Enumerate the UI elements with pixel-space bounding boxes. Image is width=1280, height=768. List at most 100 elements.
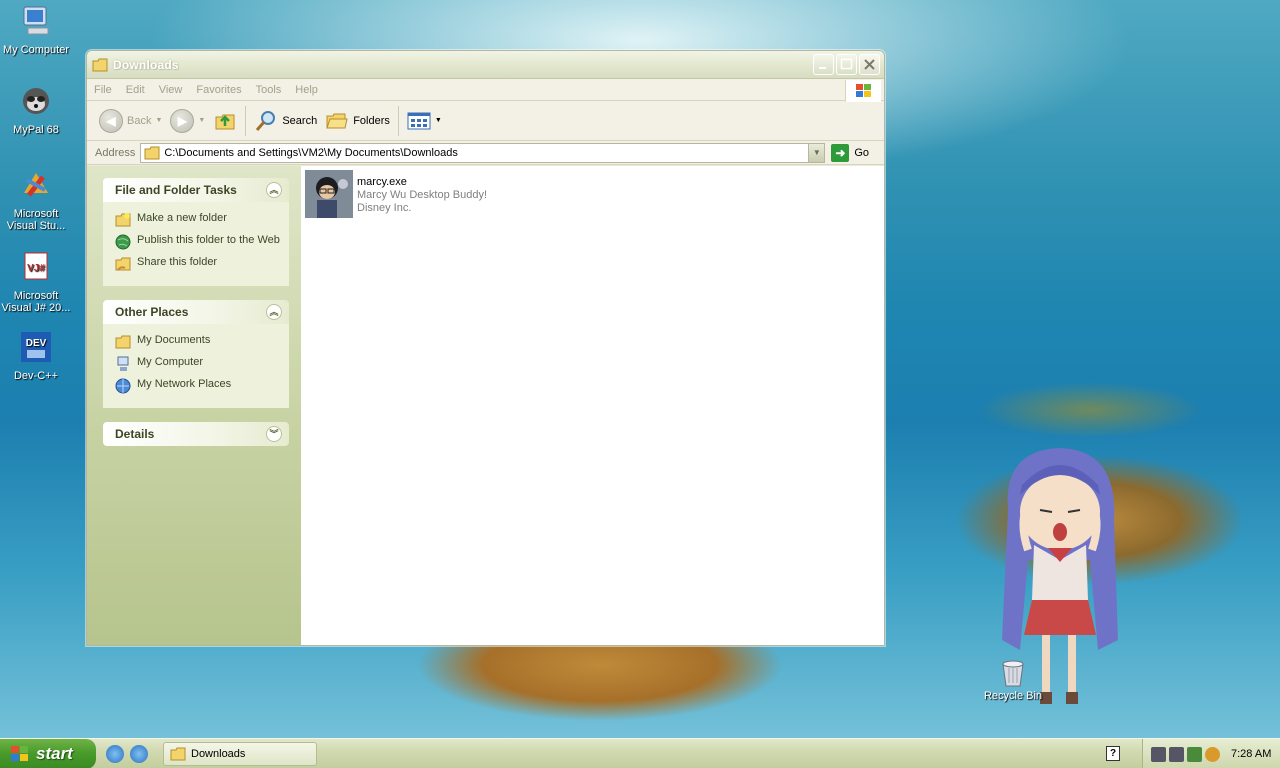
panel-header[interactable]: Details ︾ bbox=[103, 422, 289, 446]
browser-icon[interactable] bbox=[106, 745, 124, 763]
character-thumbnail-icon bbox=[305, 170, 353, 218]
go-button[interactable]: ➜ Go bbox=[831, 143, 870, 162]
security-tray-icon[interactable] bbox=[1187, 746, 1202, 762]
details-panel: Details ︾ bbox=[103, 422, 289, 446]
svg-text:VJ#: VJ# bbox=[27, 263, 45, 274]
place-my-documents[interactable]: My Documents bbox=[115, 334, 283, 350]
search-button[interactable]: Search bbox=[250, 106, 321, 136]
search-tray-icon[interactable] bbox=[1205, 746, 1220, 762]
task-label: Make a new folder bbox=[137, 212, 227, 224]
desktop-icon-recycle-bin[interactable]: Recycle Bin bbox=[978, 658, 1048, 702]
search-label: Search bbox=[282, 114, 318, 127]
new-folder-icon bbox=[115, 213, 131, 227]
network-tray-icon[interactable] bbox=[1151, 746, 1166, 762]
desktop-icon-label: My Computer bbox=[2, 44, 70, 56]
share-folder-icon bbox=[115, 257, 131, 271]
menu-help[interactable]: Help bbox=[288, 84, 325, 96]
views-icon bbox=[407, 112, 431, 129]
help-icon[interactable]: ? bbox=[1106, 746, 1120, 761]
up-folder-icon bbox=[215, 114, 235, 129]
visual-jsharp-icon: VJ# bbox=[24, 252, 48, 280]
chevron-up-icon[interactable]: ︽ bbox=[266, 304, 282, 320]
file-company: Disney Inc. bbox=[357, 202, 412, 214]
views-button[interactable]: ▼ bbox=[403, 106, 446, 136]
place-my-network[interactable]: My Network Places bbox=[115, 378, 283, 394]
task-publish-web[interactable]: Publish this folder to the Web bbox=[115, 234, 283, 250]
maximize-button[interactable] bbox=[836, 54, 857, 75]
desktop-icon-mypal[interactable]: MyPal 68 bbox=[0, 84, 72, 136]
folders-icon bbox=[326, 113, 348, 128]
go-arrow-icon: ➜ bbox=[831, 143, 850, 162]
chevron-up-icon[interactable]: ︽ bbox=[266, 182, 282, 198]
panel-title: Details bbox=[115, 427, 155, 441]
start-button[interactable]: start bbox=[0, 739, 96, 768]
folder-icon bbox=[115, 335, 131, 349]
desktop-icon-visual-studio[interactable]: Microsoft Visual Stu... bbox=[0, 168, 72, 232]
place-label: My Documents bbox=[137, 334, 211, 346]
toolbar-separator bbox=[245, 105, 247, 136]
desktop-icon-label: Dev-C++ bbox=[13, 370, 59, 382]
chevron-down-icon: ▼ bbox=[155, 117, 163, 124]
desktop-icon-label: Recycle Bin bbox=[983, 690, 1043, 702]
file-item[interactable]: marcy.exe Marcy Wu Desktop Buddy! Disney… bbox=[305, 170, 487, 218]
file-folder-tasks-panel: File and Folder Tasks ︽ Make a new folde… bbox=[103, 178, 289, 286]
network-icon bbox=[115, 378, 131, 394]
panel-header[interactable]: Other Places ︽ bbox=[103, 300, 289, 324]
go-label: Go bbox=[854, 146, 870, 159]
network-tray-icon-2[interactable] bbox=[1169, 746, 1184, 762]
folders-button[interactable]: Folders bbox=[321, 106, 394, 136]
task-make-new-folder[interactable]: Make a new folder bbox=[115, 212, 283, 228]
internet-explorer-icon[interactable] bbox=[130, 745, 148, 763]
desktop-icon-label: Microsoft Visual Stu... bbox=[6, 208, 66, 232]
toolbar-separator bbox=[397, 105, 399, 136]
maximize-icon bbox=[840, 58, 853, 70]
chevron-down-icon: ▼ bbox=[198, 117, 206, 124]
computer-icon bbox=[23, 6, 49, 35]
explorer-window: Downloads File Edit View Favorites Tools… bbox=[86, 50, 885, 646]
other-places-panel: Other Places ︽ My Documents My Computer … bbox=[103, 300, 289, 408]
up-folder-button[interactable] bbox=[209, 106, 241, 136]
windows-logo-icon bbox=[11, 746, 28, 761]
back-button[interactable]: ◀ Back ▼ bbox=[95, 106, 166, 136]
clock[interactable]: 7:28 AM bbox=[1231, 748, 1271, 760]
taskbar-item-downloads[interactable]: Downloads bbox=[163, 742, 317, 766]
forward-button[interactable]: ▶ ▼ bbox=[166, 106, 209, 136]
desktop-icon-my-computer[interactable]: My Computer bbox=[0, 4, 72, 56]
address-input[interactable]: C:\Documents and Settings\VM2\My Documen… bbox=[140, 142, 826, 163]
file-description: Marcy Wu Desktop Buddy! bbox=[357, 189, 488, 201]
desktop-icon-label: MyPal 68 bbox=[13, 124, 59, 136]
panel-header[interactable]: File and Folder Tasks ︽ bbox=[103, 178, 289, 202]
folder-icon bbox=[92, 58, 108, 71]
svg-text:DEV: DEV bbox=[26, 338, 47, 349]
address-label: Address bbox=[95, 146, 136, 159]
file-list: marcy.exe Marcy Wu Desktop Buddy! Disney… bbox=[301, 166, 884, 645]
menu-edit[interactable]: Edit bbox=[119, 84, 152, 96]
start-label: start bbox=[36, 744, 73, 763]
title-bar[interactable]: Downloads bbox=[87, 51, 884, 79]
address-dropdown-button[interactable]: ▼ bbox=[808, 143, 825, 162]
menu-favorites[interactable]: Favorites bbox=[189, 84, 248, 96]
recycle-bin-icon bbox=[1002, 660, 1024, 687]
task-pane: File and Folder Tasks ︽ Make a new folde… bbox=[87, 166, 301, 645]
menu-tools[interactable]: Tools bbox=[249, 84, 289, 96]
file-thumbnail bbox=[305, 170, 353, 218]
task-share-folder[interactable]: Share this folder bbox=[115, 256, 283, 272]
task-label: Share this folder bbox=[137, 256, 218, 268]
panel-title: File and Folder Tasks bbox=[115, 183, 237, 197]
menu-view[interactable]: View bbox=[152, 84, 190, 96]
devcpp-icon: DEV bbox=[21, 332, 51, 362]
place-my-computer[interactable]: My Computer bbox=[115, 356, 283, 372]
menu-file[interactable]: File bbox=[87, 84, 119, 96]
menu-bar: File Edit View Favorites Tools Help bbox=[87, 79, 884, 102]
close-button[interactable] bbox=[859, 54, 880, 75]
place-label: My Computer bbox=[137, 356, 204, 368]
folders-label: Folders bbox=[353, 114, 390, 127]
chevron-down-icon[interactable]: ︾ bbox=[266, 426, 282, 442]
desktop-icon-visual-jsharp[interactable]: VJ# Microsoft Visual J# 20... bbox=[0, 250, 72, 314]
computer-icon bbox=[117, 356, 129, 371]
windows-logo-icon bbox=[845, 80, 881, 102]
minimize-button[interactable] bbox=[813, 54, 834, 75]
panel-title: Other Places bbox=[115, 305, 189, 319]
desktop-icon-devcpp[interactable]: DEV Dev-C++ bbox=[0, 330, 72, 382]
toolbar: ◀ Back ▼ ▶ ▼ Search Folders ▼ bbox=[87, 101, 884, 141]
